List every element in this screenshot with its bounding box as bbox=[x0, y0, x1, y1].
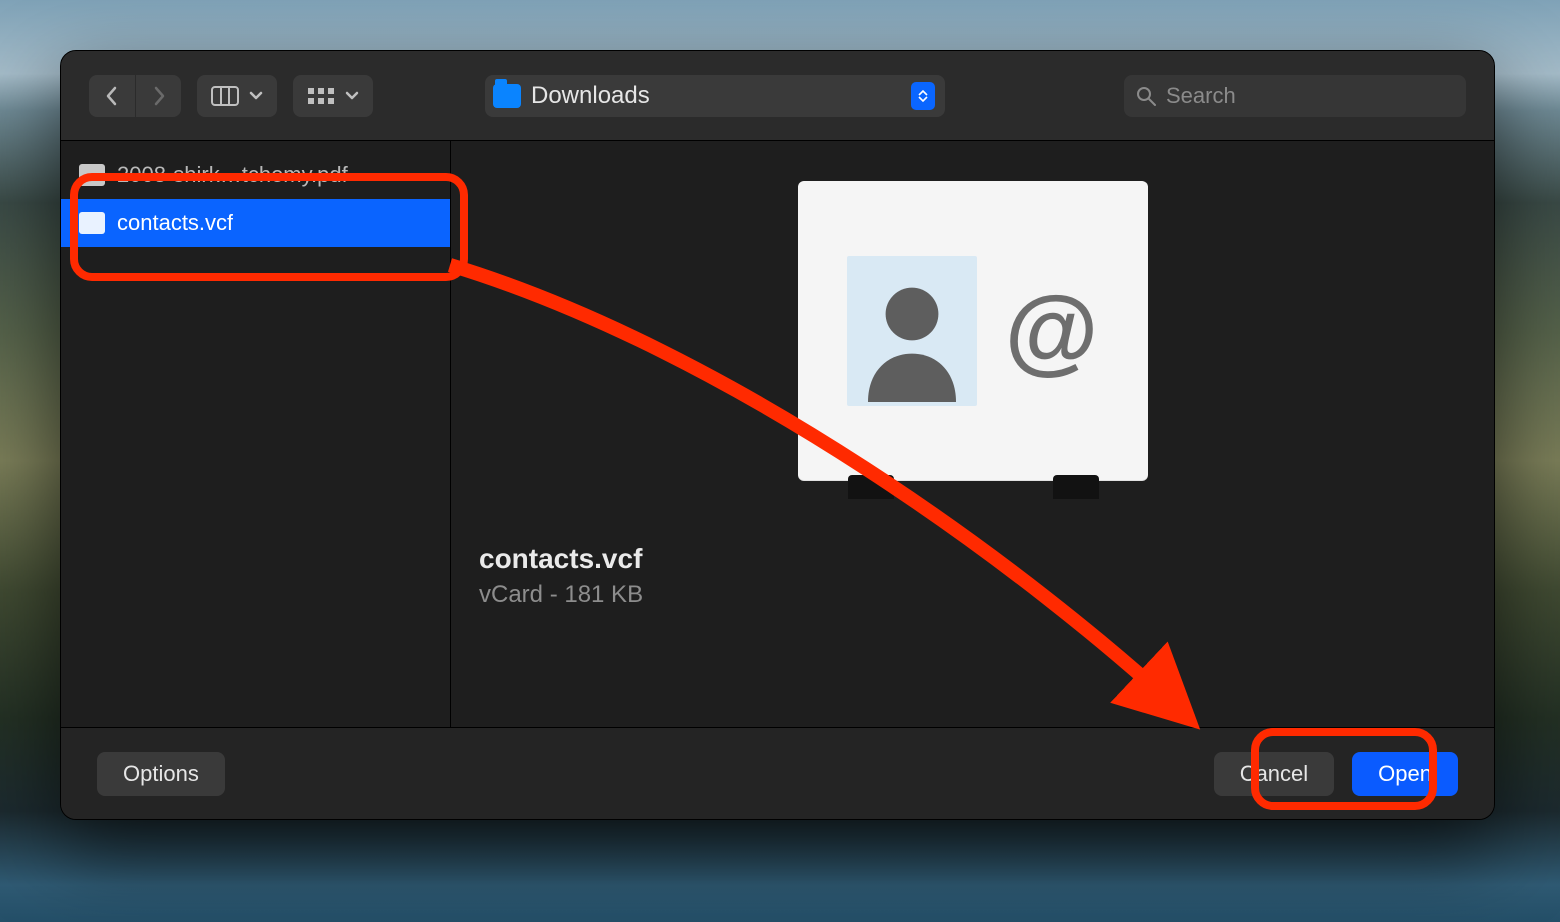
chevron-down-icon bbox=[345, 91, 359, 101]
chevron-left-icon bbox=[104, 86, 120, 106]
at-sign-icon: @ bbox=[1005, 276, 1099, 386]
search-field[interactable] bbox=[1124, 75, 1466, 117]
group-by-button[interactable] bbox=[293, 75, 373, 117]
document-icon bbox=[79, 164, 105, 186]
options-button[interactable]: Options bbox=[97, 752, 225, 796]
open-file-dialog: Downloads 2008-shirk…tchemy.pdf contacts… bbox=[60, 50, 1495, 820]
preview-subtitle: vCard - 181 KB bbox=[479, 581, 1466, 609]
search-icon bbox=[1136, 86, 1156, 106]
file-list-pane: 2008-shirk…tchemy.pdf contacts.vcf bbox=[61, 141, 451, 727]
view-columns-button[interactable] bbox=[197, 75, 277, 117]
search-input[interactable] bbox=[1166, 83, 1454, 109]
avatar-icon bbox=[847, 256, 977, 406]
nav-back-button[interactable] bbox=[89, 75, 135, 117]
open-button[interactable]: Open bbox=[1352, 752, 1458, 796]
location-label: Downloads bbox=[531, 82, 901, 110]
chevron-right-icon bbox=[151, 86, 167, 106]
nav-forward-button[interactable] bbox=[135, 75, 181, 117]
vcard-preview-icon: @ bbox=[798, 181, 1148, 481]
columns-icon bbox=[211, 86, 239, 106]
dialog-body: 2008-shirk…tchemy.pdf contacts.vcf @ con… bbox=[61, 141, 1494, 727]
cancel-button[interactable]: Cancel bbox=[1214, 752, 1334, 796]
file-name-label: 2008-shirk…tchemy.pdf bbox=[117, 162, 348, 188]
dialog-toolbar: Downloads bbox=[61, 51, 1494, 141]
grid-group-icon bbox=[307, 86, 335, 106]
file-row[interactable]: 2008-shirk…tchemy.pdf bbox=[61, 151, 450, 199]
location-popup[interactable]: Downloads bbox=[485, 75, 945, 117]
preview-pane: @ contacts.vcf vCard - 181 KB bbox=[451, 141, 1494, 727]
file-row[interactable]: contacts.vcf bbox=[61, 199, 450, 247]
dialog-footer: Options Cancel Open bbox=[61, 727, 1494, 819]
folder-icon bbox=[493, 84, 521, 108]
chevron-down-icon bbox=[249, 91, 263, 101]
vcard-icon bbox=[79, 212, 105, 234]
preview-filename: contacts.vcf bbox=[479, 543, 1466, 575]
popup-arrows-icon bbox=[911, 82, 935, 110]
file-name-label: contacts.vcf bbox=[117, 210, 233, 236]
nav-history bbox=[89, 75, 181, 117]
